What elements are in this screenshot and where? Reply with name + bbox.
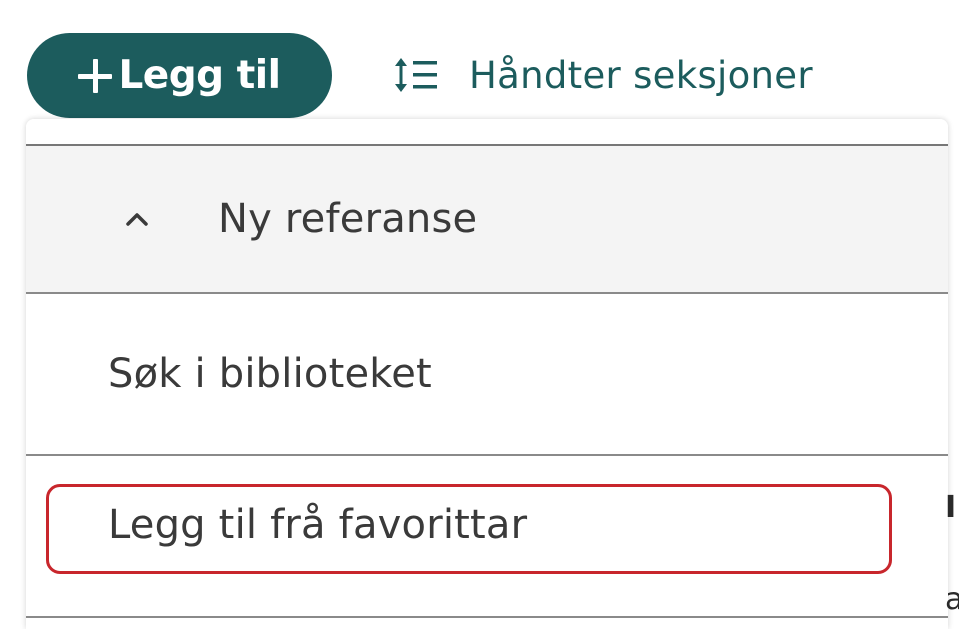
add-button[interactable]: Legg til: [27, 33, 332, 118]
menu-item-search-library-label: Søk i biblioteket: [108, 351, 432, 397]
menu-item-search-library[interactable]: Søk i biblioteket: [26, 294, 948, 456]
add-button-label: Legg til: [118, 53, 281, 98]
menu-item-add-from-favorites-label: Legg til frå favorittar: [108, 501, 528, 548]
manage-sections-label: Håndter seksjoner: [469, 53, 813, 97]
sort-sections-icon: [395, 58, 437, 92]
menu-item-add-from-favorites[interactable]: Legg til frå favorittar: [26, 456, 948, 611]
chevron-up-icon: [126, 213, 148, 226]
menu-top-spacer: [26, 119, 948, 144]
menu-item-new-reference-label: Ny referanse: [218, 196, 478, 242]
clipped-text-fragment: I: [945, 490, 957, 525]
add-dropdown-menu: Ny referanse Søk i biblioteket Legg til …: [26, 119, 948, 629]
menu-divider: [26, 616, 948, 618]
clipped-text-fragment: a: [945, 582, 959, 617]
manage-sections-button[interactable]: Håndter seksjoner: [393, 46, 813, 104]
menu-item-new-reference[interactable]: Ny referanse: [26, 144, 948, 294]
plus-icon: [78, 58, 113, 93]
